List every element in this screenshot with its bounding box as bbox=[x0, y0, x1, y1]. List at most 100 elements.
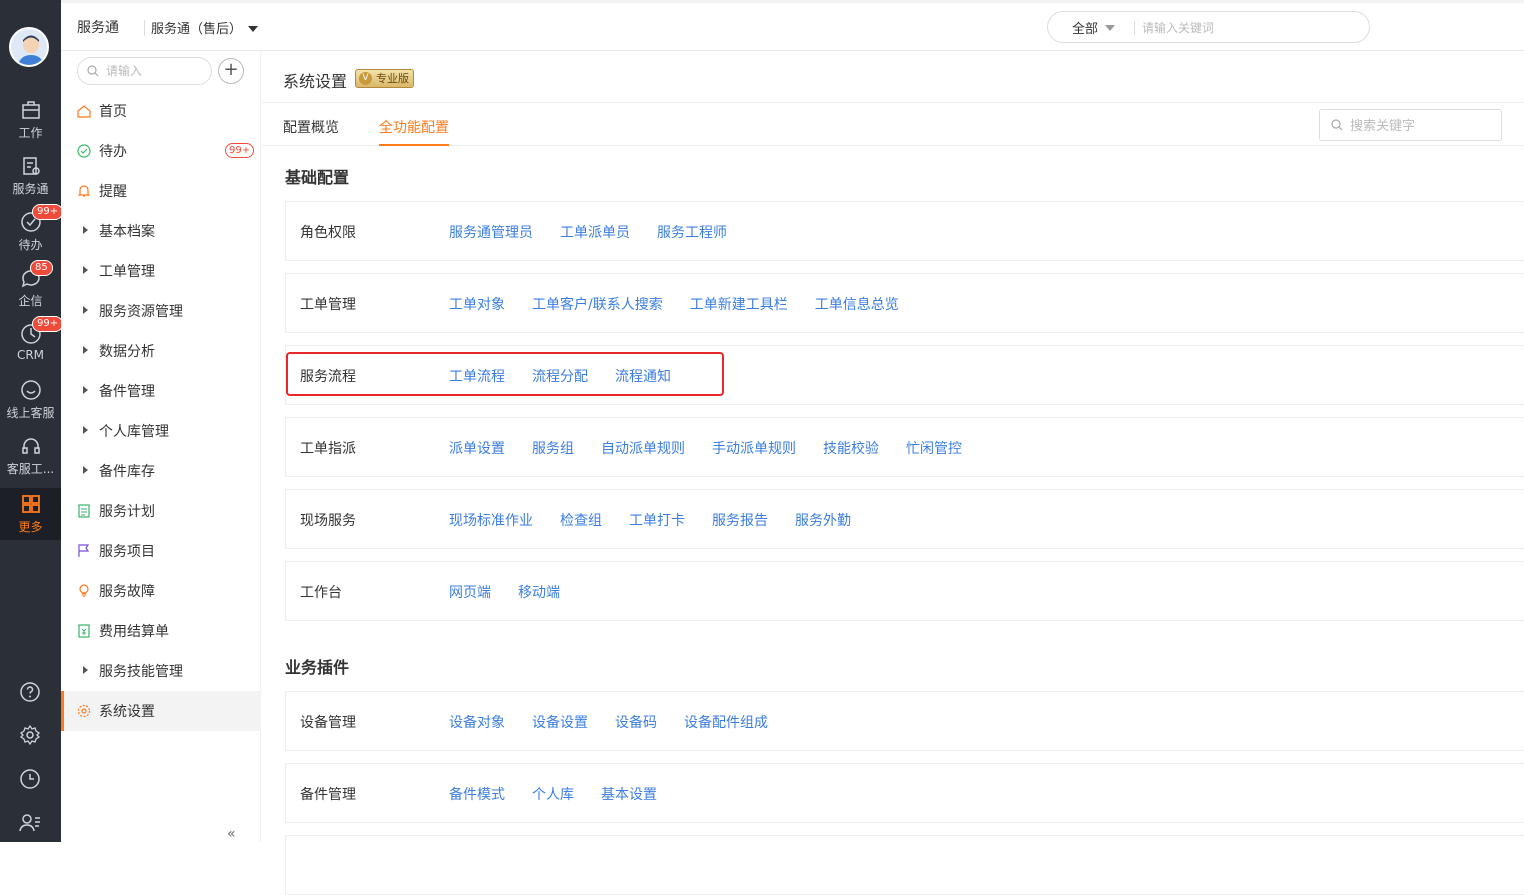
user-avatar[interactable] bbox=[9, 27, 49, 67]
config-row-role-permission: 角色权限 服务通管理员 工单派单员 服务工程师 bbox=[285, 201, 1524, 261]
sidebar-item-service-project[interactable]: 服务项目 bbox=[61, 531, 261, 571]
sidebar-item-todo[interactable]: 待办 99+ bbox=[61, 131, 261, 171]
config-link[interactable]: 技能校验 bbox=[823, 438, 879, 458]
config-link[interactable]: 自动派单规则 bbox=[601, 438, 685, 458]
search-separator bbox=[1134, 21, 1135, 35]
home-icon bbox=[77, 105, 91, 118]
sidebar-item-service-plan[interactable]: 服务计划 bbox=[61, 491, 261, 531]
config-row-workbench: 工作台 网页端 移动端 bbox=[285, 561, 1524, 621]
rail-item-online-service[interactable]: 线上客服 bbox=[0, 378, 61, 434]
sidebar-search bbox=[77, 57, 212, 85]
config-link[interactable]: 服务通管理员 bbox=[449, 222, 533, 242]
chevron-down-icon[interactable] bbox=[248, 26, 258, 32]
sidebar-item-workorder[interactable]: 工单管理 bbox=[61, 251, 261, 291]
briefcase-icon bbox=[21, 101, 40, 119]
config-link[interactable]: 检查组 bbox=[560, 510, 602, 530]
tab-full-config[interactable]: 全功能配置 bbox=[379, 117, 449, 146]
caret-right-icon bbox=[83, 466, 88, 474]
rail-item-label: 待办 bbox=[18, 238, 43, 252]
section-title: 基础配置 bbox=[285, 168, 350, 187]
rail-item-more[interactable]: 更多 bbox=[0, 488, 61, 540]
config-link[interactable]: 工单客户/联系人搜索 bbox=[532, 294, 663, 314]
config-link[interactable]: 移动端 bbox=[518, 582, 560, 602]
config-row-label: 现场服务 bbox=[300, 513, 356, 529]
sidebar-item-personal-library[interactable]: 个人库管理 bbox=[61, 411, 261, 451]
sidebar-item-system-settings[interactable]: 系统设置 bbox=[61, 691, 261, 731]
config-row-label: 工单管理 bbox=[300, 297, 356, 313]
help-icon[interactable] bbox=[18, 680, 42, 704]
config-link[interactable]: 服务外勤 bbox=[795, 510, 851, 530]
app-name[interactable]: 服务通 bbox=[77, 17, 119, 37]
config-link[interactable]: 设备对象 bbox=[449, 712, 505, 732]
config-link[interactable]: 工单派单员 bbox=[560, 222, 630, 242]
page-title: 系统设置 bbox=[283, 72, 348, 91]
sidebar-item-label: 提醒 bbox=[99, 184, 127, 200]
sidebar-item-expense-bill[interactable]: 费用结算单 bbox=[61, 611, 261, 651]
sidebar-item-label: 服务技能管理 bbox=[99, 664, 183, 680]
rail-item-crm[interactable]: CRM 99+ bbox=[0, 316, 64, 378]
config-row-label: 备件管理 bbox=[300, 787, 356, 803]
edition-badge-label: 专业版 bbox=[376, 72, 409, 85]
collapse-sidebar-button[interactable]: « bbox=[227, 826, 236, 842]
sidebar-item-basic-archive[interactable]: 基本档案 bbox=[61, 211, 261, 251]
clock-icon[interactable] bbox=[18, 767, 42, 791]
config-row-parts-management: 备件管理 备件模式 个人库 基本设置 bbox=[285, 763, 1524, 823]
contacts-icon[interactable] bbox=[18, 811, 42, 835]
sidebar-item-spare-parts[interactable]: 备件管理 bbox=[61, 371, 261, 411]
add-button[interactable]: + bbox=[218, 58, 244, 84]
bill-icon bbox=[78, 624, 90, 638]
plan-icon bbox=[78, 504, 90, 518]
caret-right-icon bbox=[83, 266, 88, 274]
app-selector[interactable]: 服务通（售后） bbox=[151, 18, 242, 37]
config-link[interactable]: 个人库 bbox=[532, 784, 574, 804]
sidebar-search-input[interactable] bbox=[106, 63, 206, 79]
rail-item-service[interactable]: 服务通 bbox=[0, 154, 61, 210]
tab-config-overview[interactable]: 配置概览 bbox=[283, 117, 339, 146]
sidebar-item-parts-inventory[interactable]: 备件库存 bbox=[61, 451, 261, 491]
config-link[interactable]: 工单新建工具栏 bbox=[690, 294, 788, 314]
top-header: 服务通 服务通（售后） 全部 bbox=[61, 0, 1524, 51]
sidebar-item-service-resource[interactable]: 服务资源管理 bbox=[61, 291, 261, 331]
search-scope-select[interactable]: 全部 bbox=[1072, 18, 1098, 37]
config-link[interactable]: 备件模式 bbox=[449, 784, 505, 804]
config-link[interactable]: 派单设置 bbox=[449, 438, 505, 458]
chevron-down-icon[interactable] bbox=[1105, 25, 1115, 31]
sidebar-item-label: 系统设置 bbox=[99, 704, 155, 720]
rail-item-customer-service[interactable]: 客服工... bbox=[0, 434, 61, 490]
gear-icon bbox=[77, 704, 91, 718]
config-link[interactable]: 手动派单规则 bbox=[712, 438, 796, 458]
global-search-input[interactable] bbox=[1142, 18, 1352, 38]
config-link[interactable]: 设备配件组成 bbox=[684, 712, 768, 732]
config-link[interactable]: 设备设置 bbox=[532, 712, 588, 732]
config-link[interactable]: 工单对象 bbox=[449, 294, 505, 314]
config-row-device-management: 设备管理 设备对象 设备设置 设备码 设备配件组成 bbox=[285, 691, 1524, 751]
rail-item-todo[interactable]: 待办 99+ bbox=[0, 204, 64, 266]
sidebar-item-label: 待办 bbox=[99, 144, 127, 160]
config-link[interactable]: 服务工程师 bbox=[657, 222, 727, 242]
config-link[interactable]: 工单打卡 bbox=[629, 510, 685, 530]
sidebar-item-skill-management[interactable]: 服务技能管理 bbox=[61, 651, 261, 691]
config-link[interactable]: 服务报告 bbox=[712, 510, 768, 530]
settings-icon[interactable] bbox=[18, 723, 42, 747]
smile-chat-icon bbox=[20, 380, 41, 400]
vip-icon: V bbox=[359, 72, 372, 85]
config-link[interactable]: 忙闲管控 bbox=[906, 438, 962, 458]
bulb-icon bbox=[79, 584, 89, 597]
sidebar-item-service-fault[interactable]: 服务故障 bbox=[61, 571, 261, 611]
service-doc-icon bbox=[22, 157, 40, 175]
config-row-label: 工作台 bbox=[300, 585, 342, 601]
config-link[interactable]: 网页端 bbox=[449, 582, 491, 602]
sidebar-item-data-analysis[interactable]: 数据分析 bbox=[61, 331, 261, 371]
rail-item-work[interactable]: 工作 bbox=[0, 98, 61, 154]
config-link[interactable]: 服务组 bbox=[532, 438, 574, 458]
highlight-annotation bbox=[286, 352, 724, 396]
keyword-search-input[interactable] bbox=[1350, 117, 1490, 135]
config-link[interactable]: 现场标准作业 bbox=[449, 510, 533, 530]
sidebar-item-reminder[interactable]: 提醒 bbox=[61, 171, 261, 211]
sidebar-item-label: 工单管理 bbox=[99, 264, 155, 280]
rail-item-message[interactable]: 企信 85 bbox=[0, 260, 61, 322]
config-link[interactable]: 设备码 bbox=[615, 712, 657, 732]
sidebar-item-home[interactable]: 首页 bbox=[61, 91, 261, 131]
config-link[interactable]: 基本设置 bbox=[601, 784, 657, 804]
config-link[interactable]: 工单信息总览 bbox=[815, 294, 899, 314]
